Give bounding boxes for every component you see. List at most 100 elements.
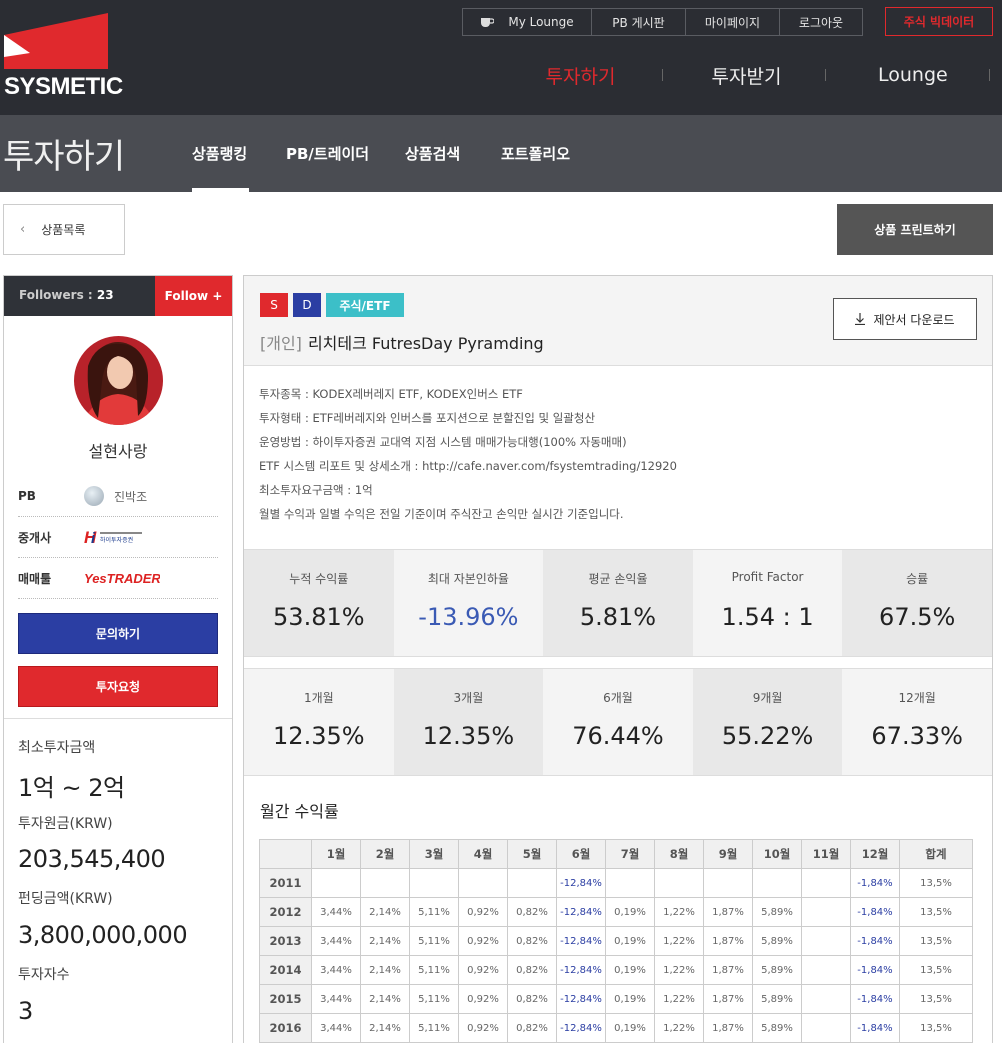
return-cell: 13,5%	[899, 984, 973, 1014]
column-header: 10월	[752, 839, 802, 869]
table-row: 2016 3,44% 2,14% 5,11% 0,92% 0,82% -12,84% 0,19…	[259, 1013, 973, 1043]
stat-value: 67.5%	[879, 603, 956, 631]
return-cell: 13,5%	[899, 1013, 973, 1043]
nav-invest[interactable]: 투자하기	[545, 62, 616, 89]
follow-button[interactable]: Follow +	[155, 276, 232, 316]
nav-lounge[interactable]: Lounge	[878, 64, 948, 86]
table-row: 2014 3,44% 2,14% 5,11% 0,92% 0,82% -12,84% 0,19…	[259, 955, 973, 985]
tag-s: S	[260, 293, 288, 317]
invest-request-button[interactable]: 투자요청	[18, 666, 218, 707]
stat-value: 53.81%	[273, 603, 365, 631]
inquiry-button[interactable]: 문의하기	[18, 613, 218, 654]
return-cell: 5,89%	[752, 955, 802, 985]
logout-link[interactable]: 로그아웃	[779, 8, 863, 36]
avatar	[74, 336, 163, 425]
return-cell: 0,19%	[605, 1013, 655, 1043]
sysmetic-logo[interactable]: SYSMETIC	[4, 13, 123, 100]
print-product-button[interactable]: 상품 프린트하기	[837, 204, 993, 255]
return-cell: -1,84%	[850, 897, 900, 927]
active-tab-underline	[192, 188, 249, 192]
year-cell: 2014	[259, 955, 312, 985]
chevron-left-icon: ‹	[20, 222, 26, 237]
tab-product-ranking[interactable]: 상품랭킹	[192, 143, 247, 164]
broker-logo: H i 하이투자증권	[84, 528, 144, 546]
main-nav: 투자하기	[545, 61, 616, 89]
monthly-returns-title: 월간 수익률	[260, 802, 339, 821]
my-lounge-label: My Lounge	[508, 15, 574, 29]
table-row: 2012 3,44% 2,14% 5,11% 0,92% 0,82% -12,84% 0,19…	[259, 897, 973, 927]
stat-label: 1개월	[303, 691, 334, 705]
stat-value: 55.22%	[721, 722, 814, 750]
desc-line: 최소투자요구금액 : 1억	[259, 483, 373, 497]
hi-investment-logo: H i 하이투자증권	[84, 528, 142, 546]
trader-sidebar: Followers : 23 Follow + 설현사랑 PB 진박조 중개사 …	[3, 275, 233, 1043]
desc-line: 투자종목 : KODEX레버레지 ETF, KODEX인버스 ETF	[259, 387, 523, 401]
return-cell: 1,22%	[654, 926, 704, 956]
stat-value: -13.96%	[418, 603, 519, 631]
page-title: 투자하기	[3, 137, 125, 177]
column-header	[259, 839, 312, 869]
logo-text: SYSMETIC	[4, 73, 123, 100]
return-cell	[801, 897, 851, 927]
desc-line: 월별 수익과 일별 수익은 전일 기준이며 주식잔고 손익만 실시간 기준입니다…	[259, 507, 624, 521]
return-cell	[801, 1013, 851, 1043]
product-description: 투자종목 : KODEX레버레지 ETF, KODEX인버스 ETF 투자형태 …	[259, 382, 677, 526]
nav-separator	[825, 69, 826, 81]
return-cell: 3,44%	[311, 1013, 361, 1043]
pb-value[interactable]: 진박조	[84, 486, 147, 506]
return-cell	[801, 955, 851, 985]
pb-label: PB	[18, 489, 36, 503]
return-cell: 0,19%	[605, 984, 655, 1014]
sidebar-divider	[4, 718, 232, 719]
return-cell: 5,11%	[409, 926, 459, 956]
return-cell: 13,5%	[899, 868, 973, 898]
performance-stats: 누적 수익률 53.81% 최대 자본인하율 -13.96% 평균 손익율 5.81%…	[244, 549, 992, 657]
stat-win-rate: 승률 67.5%	[842, 550, 992, 656]
mypage-link[interactable]: 마이페이지	[685, 8, 780, 36]
column-header: 3월	[409, 839, 459, 869]
column-header: 1월	[311, 839, 361, 869]
return-cell	[654, 868, 704, 898]
table-header-row: 1월 2월 3월 4월 5월 6월 7월 8월 9월 10월 11월 12월 합계	[259, 839, 973, 869]
return-cell: 1,22%	[654, 1013, 704, 1043]
stat-label: 12개월	[898, 691, 936, 705]
return-cell: -1,84%	[850, 868, 900, 898]
stat-9-month: 9개월 55.22%	[692, 669, 843, 775]
tab-product-search[interactable]: 상품검색	[405, 143, 460, 164]
stat-label: Profit Factor	[731, 570, 804, 584]
return-cell: -12,84%	[556, 1013, 606, 1043]
stat-label: 9개월	[752, 691, 783, 705]
followers-bar: Followers : 23 Follow +	[4, 276, 232, 316]
column-header: 6월	[556, 839, 606, 869]
period-returns: 1개월 12.35% 3개월 12.35% 6개월 76.44% 9개월 55.22% …	[244, 668, 992, 776]
stat-label: 승률	[906, 572, 929, 586]
nav-receive[interactable]: 투자받기	[711, 62, 782, 89]
return-cell: 1,87%	[703, 984, 753, 1014]
return-cell	[360, 868, 410, 898]
return-cell: 3,44%	[311, 955, 361, 985]
return-cell: 1,22%	[654, 955, 704, 985]
return-cell: 0,82%	[507, 984, 557, 1014]
stat-value: 12.35%	[273, 722, 365, 750]
return-cell: -12,84%	[556, 868, 606, 898]
download-proposal-button[interactable]: 제안서 다운로드	[833, 298, 977, 340]
yestrader-logo: YesTRADER	[84, 571, 160, 586]
back-to-list-button[interactable]: ‹ 상품목록	[3, 204, 125, 255]
column-header: 8월	[654, 839, 704, 869]
return-cell: 5,11%	[409, 1013, 459, 1043]
table-row: 2013 3,44% 2,14% 5,11% 0,92% 0,82% -12,84% 0,19…	[259, 926, 973, 956]
return-cell	[507, 868, 557, 898]
stat-value: 5.81%	[579, 603, 657, 631]
return-cell: 5,11%	[409, 897, 459, 927]
pb-board-link[interactable]: PB 게시판	[591, 8, 686, 36]
stat-avg-pnl: 평균 손익율 5.81%	[543, 550, 693, 656]
return-cell: 1,22%	[654, 984, 704, 1014]
stock-bigdata-button[interactable]: 주식 빅데이터	[885, 7, 993, 36]
tab-pb-trader[interactable]: PB/트레이더	[286, 143, 369, 164]
tag-d: D	[293, 293, 321, 317]
my-lounge-link[interactable]: My Lounge	[462, 8, 592, 36]
return-cell: 1,87%	[703, 926, 753, 956]
site-header: SYSMETIC My Lounge PB 게시판 마이페이지 로그아웃 주식 …	[0, 0, 1002, 115]
return-cell: 3,44%	[311, 926, 361, 956]
tab-portfolio[interactable]: 포트폴리오	[501, 143, 570, 164]
